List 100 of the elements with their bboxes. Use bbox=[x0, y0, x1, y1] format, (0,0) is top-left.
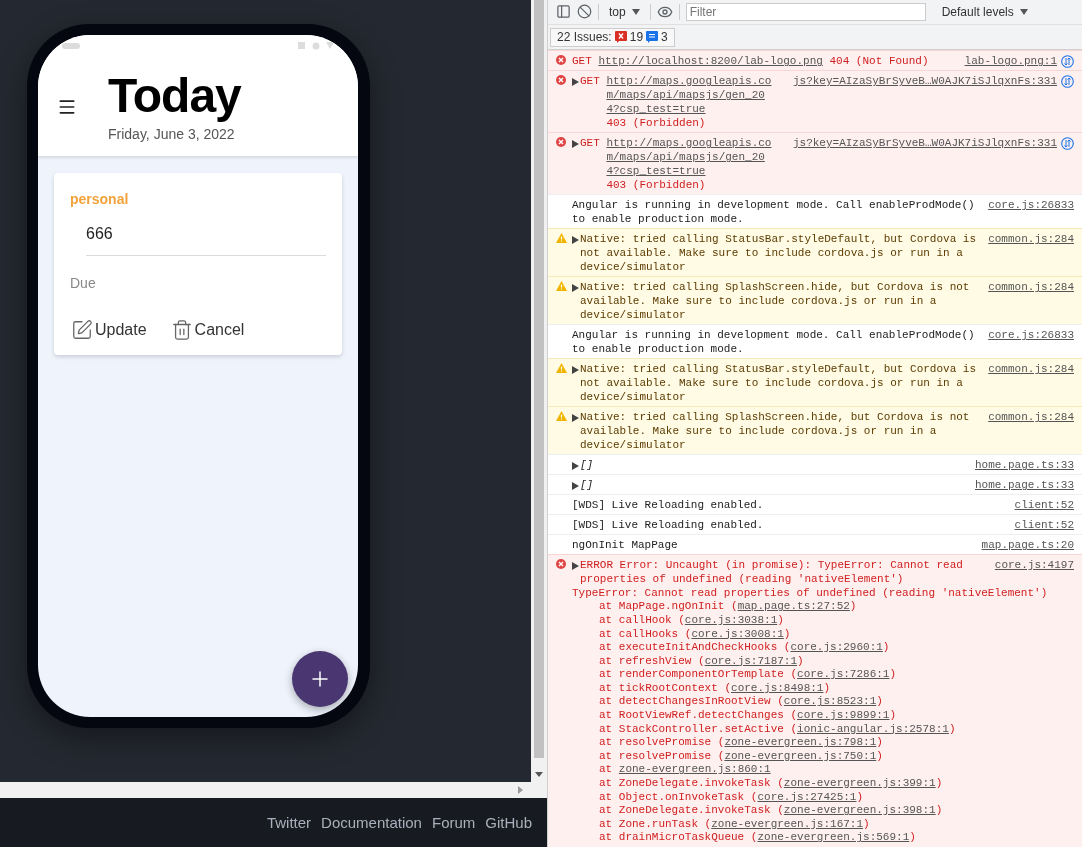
vertical-scrollbar[interactable] bbox=[531, 0, 547, 782]
stack-frame: at Zone.runTask (zone-evergreen.js:167:1) bbox=[556, 817, 1074, 832]
stack-frame: at executeInitAndCheckHooks (core.js:2960:1) bbox=[556, 641, 1074, 655]
caret-icon bbox=[1019, 8, 1028, 15]
error-icon bbox=[556, 75, 566, 86]
expand-caret-icon[interactable] bbox=[572, 414, 579, 423]
expand-caret-icon[interactable] bbox=[572, 366, 579, 375]
url-link[interactable]: http://maps.googleapis.com/maps/api/mapsjs/gen_204?csp_test=true bbox=[606, 74, 772, 117]
source-link[interactable]: lab-logo.png:1 bbox=[954, 54, 1057, 69]
request-message: GET http://localhost:8200/lab-logo.png 404 (Not Found) bbox=[572, 54, 929, 69]
add-button[interactable] bbox=[292, 651, 348, 707]
network-icon[interactable] bbox=[1061, 75, 1074, 89]
sidebar-toggle-icon[interactable] bbox=[556, 4, 571, 20]
source-link[interactable]: common.js:284 bbox=[978, 280, 1074, 295]
stack-link[interactable]: zone-evergreen.js:569:1 bbox=[757, 831, 910, 844]
stack-link[interactable]: core.js:3038:1 bbox=[684, 613, 778, 626]
warning-icon bbox=[556, 281, 567, 292]
expand-caret-icon[interactable] bbox=[572, 236, 579, 245]
log-message: Angular is running in development mode. Call enableProdMode() to enable production mode. bbox=[572, 198, 976, 227]
request-method: GET bbox=[580, 136, 601, 151]
source-link[interactable]: client:52 bbox=[1004, 498, 1074, 513]
expand-caret-icon[interactable] bbox=[572, 140, 579, 149]
log-message: [WDS] Live Reloading enabled. bbox=[572, 498, 764, 513]
log-message: Native: tried calling StatusBar.styleDefault, but Cordova is not available. Make sure to include cordova.js or run in a device/simulator bbox=[580, 232, 978, 275]
stack-frame: at callHook (core.js:3038:1) bbox=[556, 613, 1074, 628]
network-icon[interactable] bbox=[1061, 55, 1074, 69]
log-message: ERROR Error: Uncaught (in promise): TypeError: Cannot read properties of undefined (reading 'nativeElement') bbox=[580, 558, 964, 587]
stack-link[interactable]: core.js:3008:1 bbox=[691, 627, 784, 640]
url-link[interactable]: http://maps.googleapis.com/maps/api/mapsjs/gen_204?csp_test=true bbox=[606, 136, 772, 179]
stack-link[interactable]: zone-evergreen.js:167:1 bbox=[711, 817, 864, 830]
stack-frame: at RootViewRef.detectChanges (core.js:9899:1) bbox=[556, 709, 1074, 723]
source-link[interactable]: common.js:284 bbox=[978, 410, 1074, 425]
stack-link[interactable]: zone-evergreen.js:798:1 bbox=[724, 736, 877, 749]
stack-frame: at callHooks (core.js:3008:1) bbox=[556, 627, 1074, 642]
stack-link[interactable]: zone-evergreen.js:750:1 bbox=[724, 749, 877, 762]
update-button[interactable]: Update bbox=[71, 319, 147, 341]
page-title: Today bbox=[108, 69, 241, 123]
stack-link[interactable]: core.js:2960:1 bbox=[790, 641, 883, 654]
stack-link[interactable]: zone-evergreen.js:399:1 bbox=[783, 777, 936, 790]
source-link[interactable]: client:52 bbox=[1004, 518, 1074, 533]
stack-frame: at ZoneDelegate.invokeTask (zone-evergreen.js:398:1) bbox=[556, 804, 1074, 818]
expand-caret-icon[interactable] bbox=[572, 482, 579, 491]
stack-frame: at resolvePromise (zone-evergreen.js:750:1) bbox=[556, 749, 1074, 764]
error-issue-icon bbox=[614, 31, 627, 43]
footer-link[interactable]: Forum bbox=[431, 814, 476, 831]
request-status: 403 (Forbidden) bbox=[606, 178, 707, 193]
source-link[interactable]: js?key=AIzaSyBrSyveB…W0AJK7iSJlqxnFs:331 bbox=[782, 74, 1057, 89]
menu-button[interactable] bbox=[57, 99, 77, 115]
request-method: GET bbox=[580, 74, 601, 89]
expand-caret-icon[interactable] bbox=[572, 78, 579, 87]
stack-frame: at detectChangesInRootView (core.js:8523:1) bbox=[556, 695, 1074, 710]
expand-caret-icon[interactable] bbox=[572, 284, 579, 293]
filter-field[interactable]: Filter bbox=[685, 2, 926, 21]
expand-caret-icon[interactable] bbox=[572, 562, 579, 571]
network-icon[interactable] bbox=[1061, 137, 1074, 151]
log-message: Native: tried calling SplashScreen.hide, but Cordova is not available. Make sure to include cordova.js or run in a device/simulator bbox=[580, 410, 971, 453]
footer-link[interactable]: GitHub bbox=[485, 814, 532, 831]
stack-link[interactable]: core.js:8498:1 bbox=[731, 681, 824, 694]
task-input[interactable]: 666 bbox=[86, 221, 326, 256]
scroll-down-icon[interactable] bbox=[535, 772, 543, 777]
stack-frame: at MapPage.ngOnInit (map.page.ts:27:52) bbox=[556, 600, 1074, 614]
stack-link[interactable]: core.js:27425:1 bbox=[757, 790, 857, 803]
stack-link[interactable]: core.js:9899:1 bbox=[797, 709, 890, 722]
stack-link[interactable]: zone-evergreen.js:860:1 bbox=[618, 763, 771, 776]
source-link[interactable]: core.js:4197 bbox=[984, 558, 1074, 573]
caret-icon bbox=[631, 8, 640, 15]
stack-link[interactable]: core.js:7286:1 bbox=[797, 668, 890, 681]
cancel-button[interactable]: Cancel bbox=[170, 319, 245, 341]
clear-console-icon[interactable] bbox=[577, 4, 592, 20]
stack-link[interactable]: core.js:7187:1 bbox=[704, 654, 798, 667]
info-issue-icon bbox=[646, 31, 659, 43]
context-select[interactable]: top bbox=[605, 4, 644, 19]
log-message: ngOnInit MapPage bbox=[572, 538, 678, 553]
stack-frame: at drainMicroTaskQueue (zone-evergreen.js:569:1) bbox=[556, 831, 1074, 845]
error-icon bbox=[556, 559, 566, 570]
source-link[interactable]: core.js:26833 bbox=[978, 328, 1074, 343]
status-icons bbox=[298, 42, 334, 50]
source-link[interactable]: home.page.ts:33 bbox=[964, 478, 1074, 493]
footer-link[interactable]: Twitter bbox=[266, 814, 312, 831]
expand-caret-icon[interactable] bbox=[572, 462, 579, 471]
source-link[interactable]: common.js:284 bbox=[978, 362, 1074, 377]
footer-link[interactable]: Documentation bbox=[321, 814, 422, 831]
warning-icon bbox=[556, 233, 567, 244]
source-link[interactable]: js?key=AIzaSyBrSyveB…W0AJK7iSJlqxnFs:331 bbox=[782, 136, 1057, 151]
source-link[interactable]: home.page.ts:33 bbox=[964, 458, 1074, 473]
source-link[interactable]: common.js:284 bbox=[978, 232, 1074, 247]
source-link[interactable]: map.page.ts:20 bbox=[971, 538, 1074, 553]
stack-link[interactable]: zone-evergreen.js:398:1 bbox=[783, 804, 936, 817]
stack-link[interactable]: ionic-angular.js:2578:1 bbox=[797, 722, 949, 735]
source-link[interactable]: core.js:26833 bbox=[978, 198, 1074, 213]
horizontal-scrollbar[interactable] bbox=[0, 782, 547, 798]
levels-select[interactable]: Default levels bbox=[935, 3, 1034, 20]
stack-link[interactable]: core.js:8523:1 bbox=[783, 695, 877, 708]
edit-icon bbox=[71, 319, 93, 341]
issues-button[interactable]: 22 Issues: 19 3 bbox=[550, 27, 675, 47]
url-link[interactable]: http://localhost:8200/lab-logo.png bbox=[598, 55, 823, 68]
log-message: Native: tried calling SplashScreen.hide, but Cordova is not available. Make sure to include cordova.js or run in a device/simulator bbox=[580, 280, 971, 323]
stack-link[interactable]: map.page.ts:27:52 bbox=[737, 600, 850, 613]
date-text: Friday, June 3, 2022 bbox=[108, 126, 236, 142]
log-message: Native: tried calling StatusBar.styleDefault, but Cordova is not available. Make sure to include cordova.js or run in a device/simulator bbox=[580, 362, 978, 405]
